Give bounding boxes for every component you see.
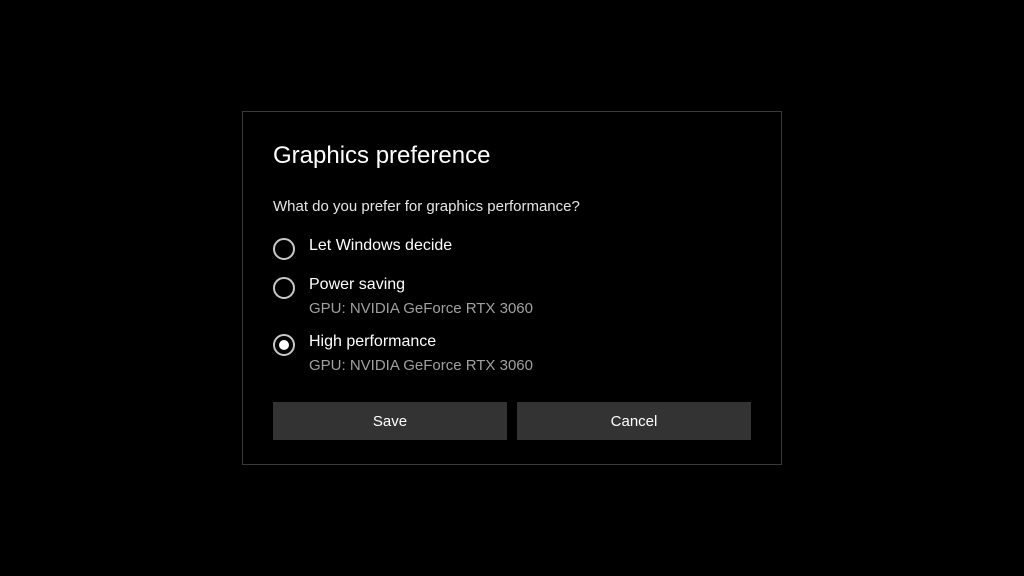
option-detail: GPU: NVIDIA GeForce RTX 3060 (309, 300, 533, 317)
option-label[interactable]: Let Windows decide (309, 237, 452, 255)
radio-power-saving[interactable] (273, 277, 295, 299)
option-label[interactable]: Power saving (309, 276, 533, 294)
option-detail: GPU: NVIDIA GeForce RTX 3060 (309, 357, 533, 374)
radio-let-windows-decide[interactable] (273, 238, 295, 260)
option-high-performance[interactable]: High performance GPU: NVIDIA GeForce RTX… (273, 333, 751, 374)
cancel-button[interactable]: Cancel (517, 402, 751, 440)
dialog-subtitle: What do you prefer for graphics performa… (273, 198, 751, 215)
options-group: Let Windows decide Power saving GPU: NVI… (273, 237, 751, 374)
radio-high-performance[interactable] (273, 334, 295, 356)
option-power-saving[interactable]: Power saving GPU: NVIDIA GeForce RTX 306… (273, 276, 751, 317)
option-let-windows-decide[interactable]: Let Windows decide (273, 237, 751, 260)
save-button[interactable]: Save (273, 402, 507, 440)
graphics-preference-dialog: Graphics preference What do you prefer f… (242, 111, 782, 465)
dialog-title: Graphics preference (273, 142, 751, 170)
dialog-buttons: Save Cancel (273, 402, 751, 440)
option-label[interactable]: High performance (309, 333, 533, 351)
